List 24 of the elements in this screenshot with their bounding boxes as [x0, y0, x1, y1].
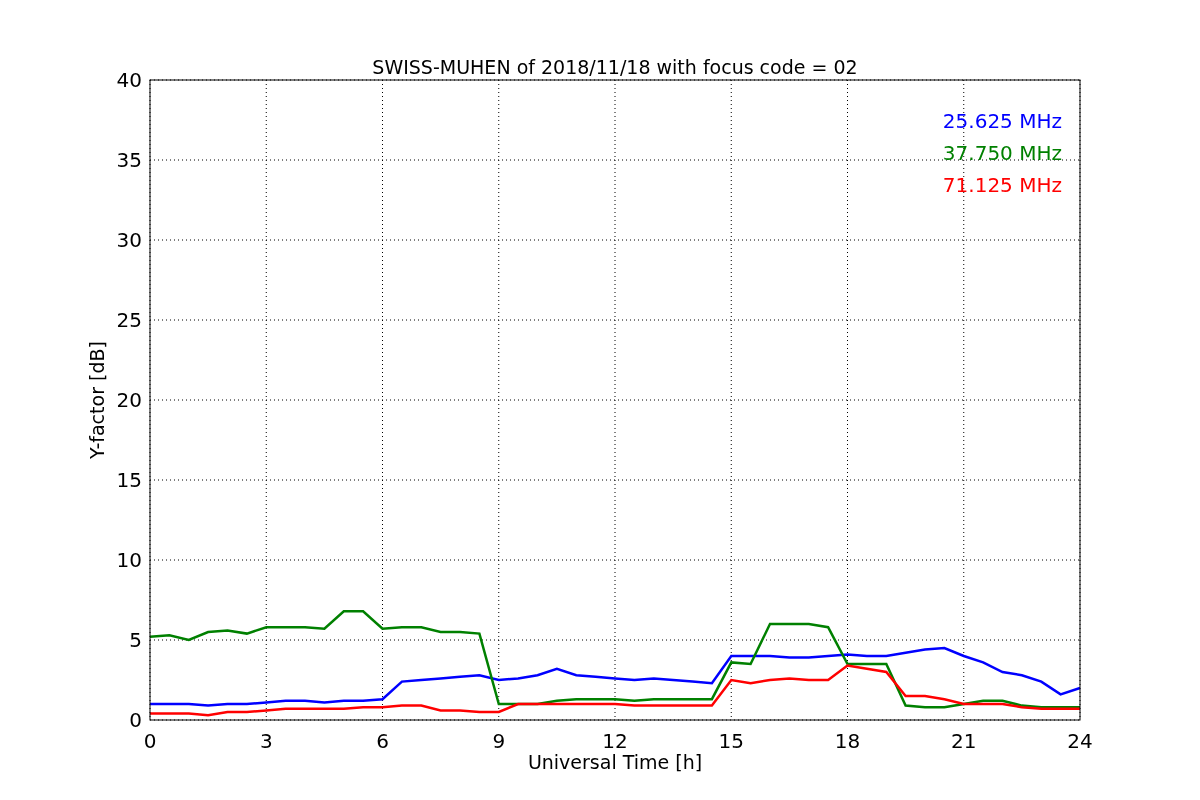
legend-label: 71.125 MHz	[942, 173, 1062, 197]
tick-label: 12	[602, 729, 628, 753]
tick-label: 18	[834, 729, 861, 753]
tick-label: 15	[718, 729, 744, 753]
tick-label: 15	[116, 468, 142, 492]
legend-label: 37.750 MHz	[942, 141, 1062, 165]
tick-label: 30	[116, 228, 142, 252]
tick-label: 10	[116, 548, 142, 572]
tick-label: 35	[116, 148, 142, 172]
tick-label: 25	[116, 308, 142, 332]
tick-label: 40	[116, 68, 142, 92]
axis-label: Universal Time [h]	[527, 751, 703, 773]
tick-label: 6	[376, 729, 389, 753]
tick-label: 20	[116, 388, 142, 412]
tick-label: 9	[492, 729, 506, 753]
tick-label: 3	[259, 729, 273, 753]
tick-label: 21	[951, 729, 977, 753]
tick-label: 0	[143, 729, 157, 753]
tick-label: 5	[129, 628, 142, 652]
axis-label: Y-factor [dB]	[86, 341, 108, 459]
tick-label: 0	[129, 708, 142, 732]
chart-title: SWISS-MUHEN of 2018/11/18 with focus code = 02	[372, 56, 858, 78]
legend-label: 25.625 MHz	[942, 109, 1062, 133]
tick-label: 24	[1067, 729, 1093, 753]
